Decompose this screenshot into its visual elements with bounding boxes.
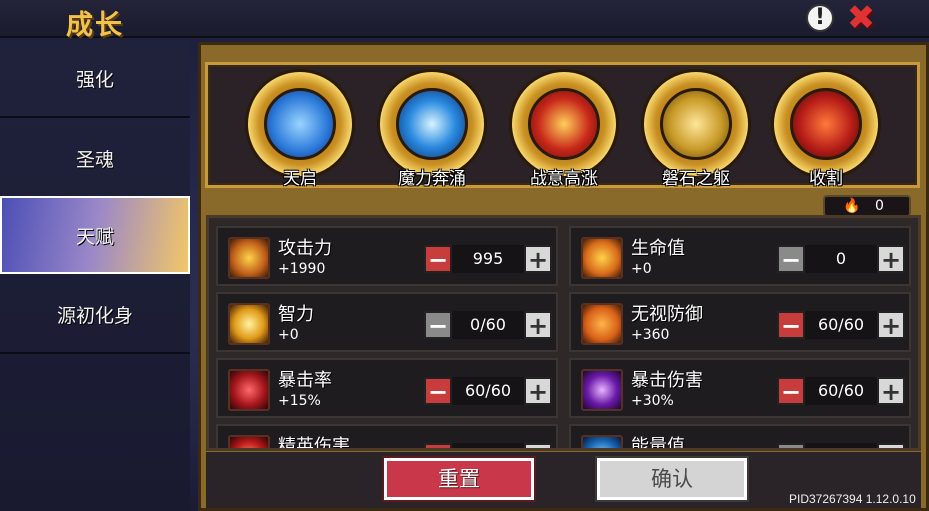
heart-icon	[581, 237, 623, 279]
talent-medal-mana-surge[interactable]: 魔力奔涌	[372, 68, 492, 189]
decrease-button[interactable]: −	[424, 311, 452, 339]
sword-icon	[228, 237, 270, 279]
stats-panel: 攻击力 +1990 − 995 + 生命值 +0 − 0 + 智力 +0 − 0…	[206, 215, 921, 451]
stat-name: 生命值	[631, 238, 685, 259]
horned-skull-icon	[228, 435, 270, 448]
header-bar: 成长 ! ✖	[0, 0, 929, 41]
talent-medal-battle-fervor[interactable]: 战意高涨	[504, 68, 624, 189]
close-button[interactable]: ✖	[844, 0, 878, 36]
stat-name: 精英伤害	[278, 436, 350, 451]
stat-row-elite-damage: 精英伤害 − 60/60 +	[216, 424, 558, 451]
stat-name: 能量值	[631, 436, 685, 451]
sidebar-item-origin-avatar[interactable]: 源初化身	[0, 276, 190, 354]
talent-label: 魔力奔涌	[398, 169, 466, 189]
stat-count: 0/60	[805, 443, 877, 448]
talent-label: 收割	[809, 169, 843, 189]
increase-button[interactable]: +	[524, 443, 552, 448]
stat-bonus: +360	[631, 327, 670, 343]
stat-count: 0/60	[452, 311, 524, 339]
sidebar-item-talent[interactable]: 天赋	[0, 196, 190, 274]
increase-button[interactable]: +	[524, 377, 552, 405]
mana-swirl-icon	[396, 88, 468, 160]
sidebar-item-enhance[interactable]: 强化	[0, 40, 190, 118]
sidebar-item-label: 天赋	[75, 225, 114, 248]
talent-points-value: 0	[875, 198, 884, 214]
stat-count: 60/60	[452, 443, 524, 448]
stat-bonus: +0	[278, 327, 299, 343]
stat-row-energy: 能量值 − 0/60 +	[569, 424, 911, 451]
page-title: 成长	[66, 10, 124, 41]
decrease-button[interactable]: −	[424, 377, 452, 405]
reset-button[interactable]: 重置	[384, 458, 534, 500]
stat-count: 995	[452, 245, 524, 273]
stat-name: 智力	[278, 304, 314, 325]
red-vortex-icon	[228, 369, 270, 411]
decrease-button[interactable]: −	[424, 443, 452, 448]
talent-medal-harvest[interactable]: 收割	[766, 68, 886, 189]
version-label: PID37267394 1.12.0.10	[789, 492, 916, 506]
stat-count: 60/60	[805, 377, 877, 405]
stat-row-intelligence: 智力 +0 − 0/60 +	[216, 292, 558, 352]
talent-label: 天启	[283, 169, 317, 189]
stat-name: 暴击率	[278, 370, 332, 391]
sidebar-item-label: 圣魂	[75, 148, 114, 171]
purple-orb-icon	[581, 369, 623, 411]
increase-button[interactable]: +	[524, 245, 552, 273]
stat-name: 攻击力	[278, 238, 332, 259]
meditating-figure-icon	[264, 88, 336, 160]
crimson-orb-icon	[790, 88, 862, 160]
increase-button[interactable]: +	[524, 311, 552, 339]
close-icon: ✖	[846, 0, 876, 38]
decrease-button[interactable]: −	[424, 245, 452, 273]
stat-bonus: +1990	[278, 261, 326, 277]
increase-button[interactable]: +	[877, 245, 905, 273]
decrease-button[interactable]: −	[777, 377, 805, 405]
talent-label: 磐石之躯	[662, 169, 730, 189]
increase-button[interactable]: +	[877, 443, 905, 448]
talent-label: 战意高涨	[530, 169, 598, 189]
talent-medal-stone-body[interactable]: 磐石之躯	[636, 68, 756, 189]
energy-crystal-icon	[581, 435, 623, 448]
stat-row-crit-damage: 暴击伤害 +30% − 60/60 +	[569, 358, 911, 418]
stat-count: 60/60	[805, 311, 877, 339]
decrease-button[interactable]: −	[777, 311, 805, 339]
talent-points-counter: 🔥 0	[823, 195, 911, 217]
stat-bonus: +0	[631, 261, 652, 277]
stat-bonus: +15%	[278, 393, 321, 409]
increase-button[interactable]: +	[877, 311, 905, 339]
sun-icon	[228, 303, 270, 345]
stat-row-hp: 生命值 +0 − 0 +	[569, 226, 911, 286]
exclamation-icon: !	[814, 5, 826, 30]
fire-icon: 🔥	[843, 198, 861, 214]
stat-row-attack: 攻击力 +1990 − 995 +	[216, 226, 558, 286]
sidebar: 强化 圣魂 天赋 源初化身	[0, 40, 190, 511]
fist-flame-icon	[528, 88, 600, 160]
sidebar-item-label: 强化	[75, 68, 114, 91]
talent-medal-apocalypse[interactable]: 天启	[240, 68, 360, 189]
stat-count: 0	[805, 245, 877, 273]
stat-name: 暴击伤害	[631, 370, 703, 391]
confirm-button[interactable]: 确认	[597, 458, 747, 500]
stone-body-icon	[660, 88, 732, 160]
decrease-button[interactable]: −	[777, 443, 805, 448]
stat-name: 无视防御	[631, 304, 703, 325]
stat-row-crit-rate: 暴击率 +15% − 60/60 +	[216, 358, 558, 418]
stat-count: 60/60	[452, 377, 524, 405]
broken-shield-icon	[581, 303, 623, 345]
help-button[interactable]: !	[806, 4, 834, 32]
stat-row-ignore-defense: 无视防御 +360 − 60/60 +	[569, 292, 911, 352]
increase-button[interactable]: +	[877, 377, 905, 405]
stat-bonus: +30%	[631, 393, 674, 409]
decrease-button[interactable]: −	[777, 245, 805, 273]
sidebar-item-label: 源初化身	[56, 304, 133, 327]
sidebar-item-holy-soul[interactable]: 圣魂	[0, 120, 190, 198]
